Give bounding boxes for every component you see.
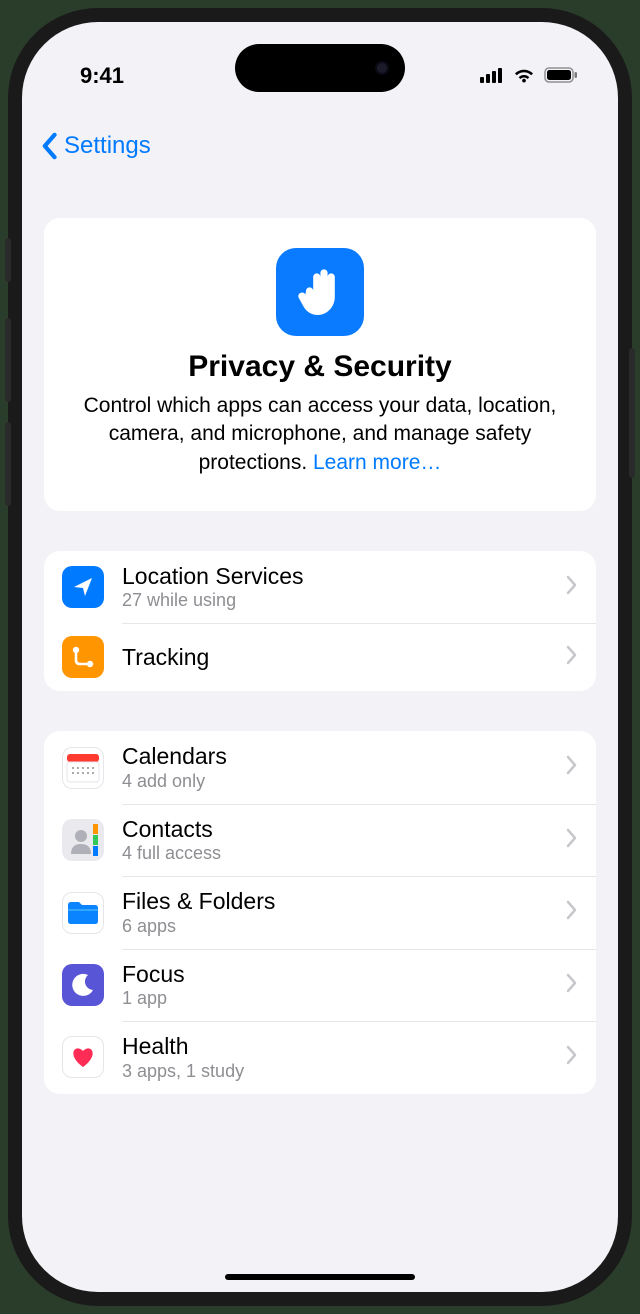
row-label: Health xyxy=(122,1033,566,1059)
row-files-folders[interactable]: Files & Folders 6 apps xyxy=(44,876,596,948)
focus-icon xyxy=(62,964,104,1006)
privacy-hand-icon xyxy=(276,248,364,336)
hero-card: Privacy & Security Control which apps ca… xyxy=(44,218,596,511)
row-contacts[interactable]: Contacts 4 full access xyxy=(44,804,596,876)
page-title: Privacy & Security xyxy=(72,350,568,384)
chevron-right-icon xyxy=(566,575,578,600)
row-label: Files & Folders xyxy=(122,888,566,914)
row-label: Tracking xyxy=(122,644,566,670)
health-icon xyxy=(62,1036,104,1078)
row-calendars[interactable]: Calendars 4 add only xyxy=(44,731,596,803)
row-label: Location Services xyxy=(122,563,566,589)
settings-group-location: Location Services 27 while using Trackin… xyxy=(44,551,596,691)
row-sublabel: 4 add only xyxy=(122,771,566,792)
row-label: Contacts xyxy=(122,816,566,842)
chevron-right-icon xyxy=(566,973,578,998)
row-location-services[interactable]: Location Services 27 while using xyxy=(44,551,596,623)
volume-up-button xyxy=(5,318,11,402)
row-label: Focus xyxy=(122,961,566,987)
row-sublabel: 27 while using xyxy=(122,590,566,611)
chevron-right-icon xyxy=(566,900,578,925)
location-arrow-icon xyxy=(62,566,104,608)
row-tracking[interactable]: Tracking xyxy=(44,623,596,691)
chevron-right-icon xyxy=(566,828,578,853)
screen: 9:41 Settings xyxy=(22,22,618,1292)
content: Privacy & Security Control which apps ca… xyxy=(22,182,618,1292)
row-sublabel: 6 apps xyxy=(122,916,566,937)
learn-more-link[interactable]: Learn more… xyxy=(313,451,441,474)
back-label: Settings xyxy=(64,132,151,160)
settings-group-data: Calendars 4 add only Contacts 4 full acc… xyxy=(44,731,596,1093)
battery-icon xyxy=(544,63,578,89)
row-health[interactable]: Health 3 apps, 1 study xyxy=(44,1021,596,1093)
files-icon xyxy=(62,892,104,934)
calendar-icon xyxy=(62,747,104,789)
home-indicator[interactable] xyxy=(225,1274,415,1280)
chevron-right-icon xyxy=(566,1045,578,1070)
tracking-icon xyxy=(62,636,104,678)
wifi-icon xyxy=(512,63,536,89)
chevron-right-icon xyxy=(566,755,578,780)
chevron-right-icon xyxy=(566,645,578,670)
row-sublabel: 1 app xyxy=(122,988,566,1009)
dynamic-island xyxy=(235,44,405,92)
phone-frame: 9:41 Settings xyxy=(8,8,632,1306)
camera-dot xyxy=(375,61,389,75)
contacts-icon xyxy=(62,819,104,861)
status-indicators xyxy=(480,63,578,89)
cellular-icon xyxy=(480,63,504,89)
mute-switch xyxy=(5,238,11,282)
power-button xyxy=(629,348,635,478)
nav-bar: Settings xyxy=(22,118,618,174)
back-button[interactable]: Settings xyxy=(40,132,151,160)
row-focus[interactable]: Focus 1 app xyxy=(44,949,596,1021)
row-sublabel: 4 full access xyxy=(122,843,566,864)
chevron-left-icon xyxy=(40,132,58,160)
status-time: 9:41 xyxy=(62,63,124,89)
row-label: Calendars xyxy=(122,743,566,769)
volume-down-button xyxy=(5,422,11,506)
row-sublabel: 3 apps, 1 study xyxy=(122,1061,566,1082)
page-description: Control which apps can access your data,… xyxy=(72,392,568,477)
